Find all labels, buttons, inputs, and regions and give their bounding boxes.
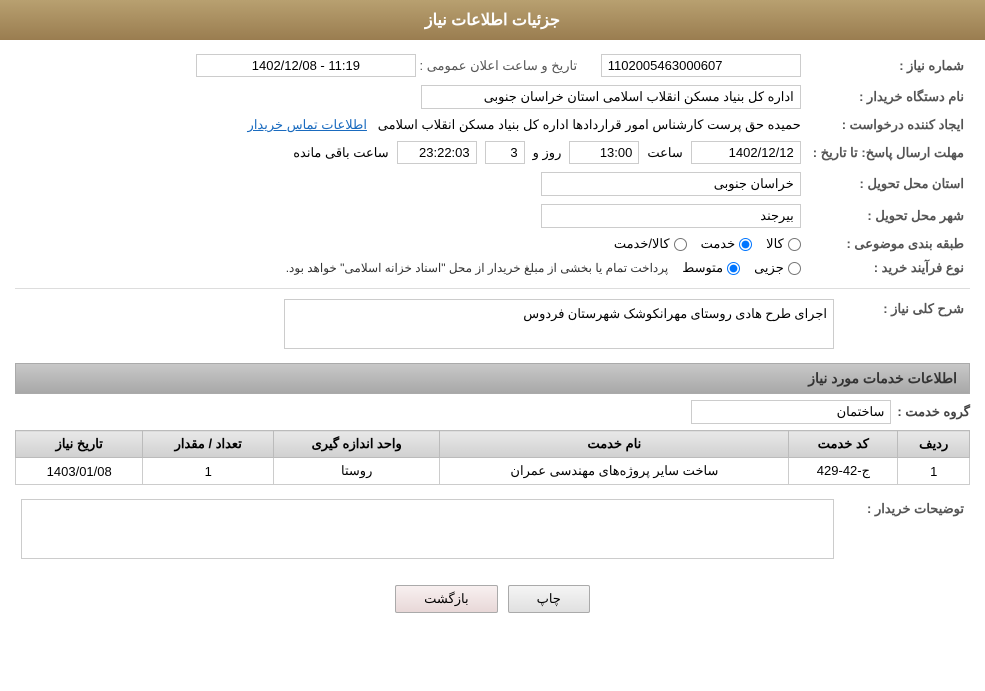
category-radio-khedmat[interactable] [739, 238, 752, 251]
announce-date-label: تاریخ و ساعت اعلان عمومی : [419, 58, 577, 73]
service-group-row: گروه خدمت : ساختمان [15, 400, 970, 424]
buyer-notes-input[interactable] [21, 499, 834, 559]
province-label: استان محل تحویل : [807, 168, 970, 200]
category-value: کالا خدمت کالا/خدمت [15, 232, 807, 256]
deadline-remaining: 23:22:03 [397, 141, 477, 164]
col-header-unit: واحد اندازه گیری [274, 431, 440, 458]
purchase-type-jozii[interactable]: جزیی [754, 260, 801, 276]
purchase-type-motevaset[interactable]: متوسط [682, 260, 740, 276]
city-label: شهر محل تحویل : [807, 200, 970, 232]
category-radio-kala-khedmat[interactable] [674, 238, 687, 251]
creator-value: حمیده حق پرست کارشناس امور قراردادها ادا… [15, 113, 807, 137]
category-radio-kala[interactable] [788, 238, 801, 251]
back-button[interactable]: بازگشت [395, 585, 497, 613]
category-khedmat-label: خدمت [701, 236, 736, 252]
deadline-remaining-label: ساعت باقی مانده [293, 145, 388, 161]
table-row: 1ج-42-429ساخت سایر پروژه‌های مهندسی عمرا… [16, 458, 970, 485]
contact-link[interactable]: اطلاعات تماس خریدار [248, 117, 367, 132]
category-label: طبقه بندی موضوعی : [807, 232, 970, 256]
page-title: جزئیات اطلاعات نیاز [425, 12, 560, 29]
category-kala-khedmat-label: کالا/خدمت [614, 236, 670, 252]
purchase-type-note: پرداخت تمام یا بخشی از مبلغ خریدار از مح… [286, 261, 669, 275]
purchase-type-label: نوع فرآیند خرید : [807, 256, 970, 280]
category-option-khedmat[interactable]: خدمت [701, 236, 753, 252]
buyer-notes-table: توضیحات خریدار : [15, 495, 970, 563]
footer-buttons: چاپ بازگشت [15, 571, 970, 623]
deadline-time: 13:00 [569, 141, 639, 164]
need-number-value: 1102005463000607 تاریخ و ساعت اعلان عموم… [15, 50, 807, 81]
col-header-code: کد خدمت [789, 431, 898, 458]
need-desc-cell: اجرای طرح هادی روستای مهرانکوشک شهرستان … [15, 295, 840, 353]
deadline-label: مهلت ارسال پاسخ: تا تاریخ : [807, 137, 970, 168]
category-option-kala[interactable]: کالا [766, 236, 801, 252]
creator-label: ایجاد کننده درخواست : [807, 113, 970, 137]
buyer-org-value: اداره کل بنیاد مسکن انقلاب اسلامی استان … [15, 81, 807, 113]
info-table: شماره نیاز : 1102005463000607 تاریخ و سا… [15, 50, 970, 280]
purchase-motevaset-label: متوسط [682, 260, 723, 276]
need-desc-label: شرح کلی نیاز : [840, 295, 970, 353]
city-input: بیرجند [541, 204, 801, 228]
col-header-row: ردیف [898, 431, 970, 458]
service-group-value: ساختمان [691, 400, 891, 424]
announce-date-value: 1402/12/08 - 11:19 [196, 54, 416, 77]
deadline-date: 1402/12/12 [691, 141, 801, 164]
province-input: خراسان جنوبی [541, 172, 801, 196]
print-button[interactable]: چاپ [508, 585, 590, 613]
category-option-kala-khedmat[interactable]: کالا/خدمت [614, 236, 687, 252]
deadline-days: 3 [485, 141, 525, 164]
need-number-label: شماره نیاز : [807, 50, 970, 81]
deadline-day-label: روز و [533, 145, 562, 161]
creator-text: حمیده حق پرست کارشناس امور قراردادها ادا… [378, 117, 801, 132]
services-section-header: اطلاعات خدمات مورد نیاز [15, 363, 970, 394]
col-header-qty: تعداد / مقدار [143, 431, 274, 458]
need-desc-table: شرح کلی نیاز : اجرای طرح هادی روستای مهر… [15, 295, 970, 353]
col-header-date: تاریخ نیاز [16, 431, 143, 458]
need-desc-input[interactable]: اجرای طرح هادی روستای مهرانکوشک شهرستان … [284, 299, 834, 349]
need-number-input: 1102005463000607 [601, 54, 801, 77]
province-value: خراسان جنوبی [15, 168, 807, 200]
purchase-type-value: جزیی متوسط پرداخت تمام یا بخشی از مبلغ خ… [15, 256, 807, 280]
service-group-label: گروه خدمت : [897, 404, 970, 420]
services-table: ردیف کد خدمت نام خدمت واحد اندازه گیری ت… [15, 430, 970, 485]
col-header-name: نام خدمت [440, 431, 789, 458]
deadline-row: 1402/12/12 ساعت 13:00 روز و 3 23:22:03 س… [15, 137, 807, 168]
purchase-type-radio-jozii[interactable] [788, 262, 801, 275]
purchase-jozii-label: جزیی [754, 260, 784, 276]
buyer-org-input: اداره کل بنیاد مسکن انقلاب اسلامی استان … [421, 85, 801, 109]
deadline-time-label: ساعت [647, 145, 682, 161]
page-header: جزئیات اطلاعات نیاز [0, 0, 985, 40]
category-kala-label: کالا [766, 236, 784, 252]
buyer-notes-cell [15, 495, 840, 563]
buyer-notes-label: توضیحات خریدار : [840, 495, 970, 563]
purchase-type-radio-motevaset[interactable] [727, 262, 740, 275]
city-value: بیرجند [15, 200, 807, 232]
buyer-org-label: نام دستگاه خریدار : [807, 81, 970, 113]
